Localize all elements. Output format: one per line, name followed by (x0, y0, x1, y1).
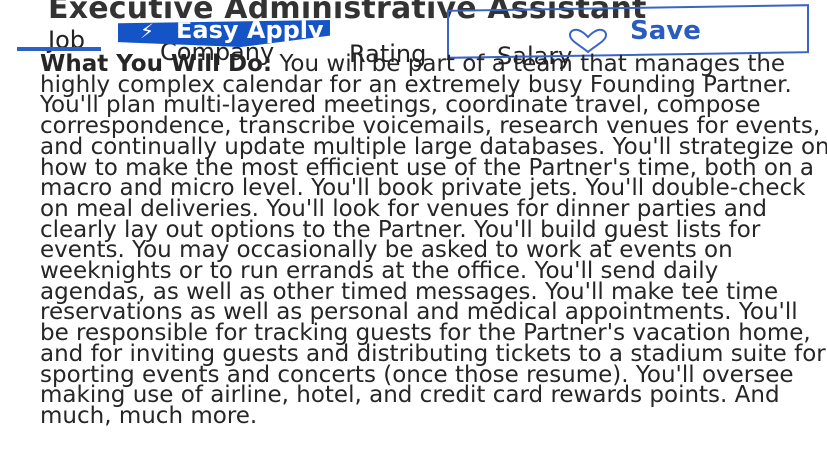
easy-apply-button[interactable]: ⚡︎ Easy Apply (118, 20, 330, 47)
job-description: What You Will Do: You will be part of a … (40, 51, 827, 429)
save-label: Save (630, 16, 701, 46)
lightning-bolt-icon: ⚡︎ (140, 19, 155, 43)
description-body: You will be part of a team that manages … (40, 51, 827, 429)
